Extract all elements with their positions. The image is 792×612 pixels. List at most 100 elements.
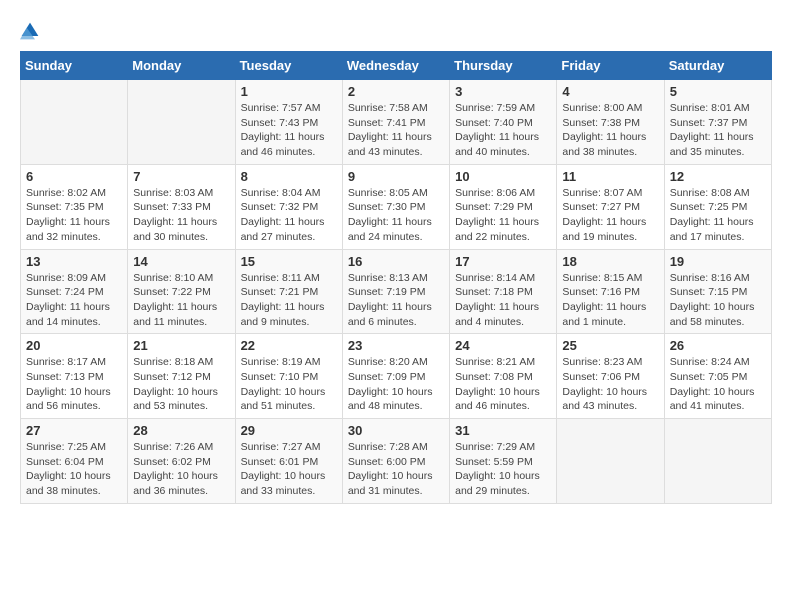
calendar-cell: 9 Sunrise: 8:05 AM Sunset: 7:30 PM Daylig… (342, 164, 449, 249)
day-info: Sunrise: 7:25 AM Sunset: 6:04 PM Dayligh… (26, 440, 122, 499)
day-info: Sunrise: 8:23 AM Sunset: 7:06 PM Dayligh… (562, 355, 658, 414)
day-info: Sunrise: 8:05 AM Sunset: 7:30 PM Dayligh… (348, 186, 444, 245)
day-number: 21 (133, 338, 229, 353)
day-info: Sunrise: 8:09 AM Sunset: 7:24 PM Dayligh… (26, 271, 122, 330)
day-info: Sunrise: 8:01 AM Sunset: 7:37 PM Dayligh… (670, 101, 766, 160)
calendar-cell (664, 419, 771, 504)
calendar-cell (557, 419, 664, 504)
day-info: Sunrise: 7:27 AM Sunset: 6:01 PM Dayligh… (241, 440, 337, 499)
day-info: Sunrise: 8:16 AM Sunset: 7:15 PM Dayligh… (670, 271, 766, 330)
day-info: Sunrise: 8:06 AM Sunset: 7:29 PM Dayligh… (455, 186, 551, 245)
calendar-cell: 31 Sunrise: 7:29 AM Sunset: 5:59 PM Dayli… (450, 419, 557, 504)
day-number: 27 (26, 423, 122, 438)
calendar-cell: 22Sunrise: 8:19 AM Sunset: 7:10 PM Dayli… (235, 334, 342, 419)
day-header-monday: Monday (128, 52, 235, 80)
calendar-cell: 25 Sunrise: 8:23 AM Sunset: 7:06 PM Dayli… (557, 334, 664, 419)
calendar-cell: 4Sunrise: 8:00 AM Sunset: 7:38 PM Daylig… (557, 80, 664, 165)
day-number: 15 (241, 254, 337, 269)
calendar-cell: 18Sunrise: 8:15 AM Sunset: 7:16 PM Dayli… (557, 249, 664, 334)
day-number: 18 (562, 254, 658, 269)
day-info: Sunrise: 8:08 AM Sunset: 7:25 PM Dayligh… (670, 186, 766, 245)
day-info: Sunrise: 8:00 AM Sunset: 7:38 PM Dayligh… (562, 101, 658, 160)
day-info: Sunrise: 8:14 AM Sunset: 7:18 PM Dayligh… (455, 271, 551, 330)
day-number: 20 (26, 338, 122, 353)
calendar-cell: 21Sunrise: 8:18 AM Sunset: 7:12 PM Dayli… (128, 334, 235, 419)
calendar-cell: 15 Sunrise: 8:11 AM Sunset: 7:21 PM Dayli… (235, 249, 342, 334)
calendar-week-row: 27 Sunrise: 7:25 AM Sunset: 6:04 PM Dayli… (21, 419, 772, 504)
day-header-saturday: Saturday (664, 52, 771, 80)
calendar-cell: 11Sunrise: 8:07 AM Sunset: 7:27 PM Dayli… (557, 164, 664, 249)
day-header-tuesday: Tuesday (235, 52, 342, 80)
calendar-cell: 26 Sunrise: 8:24 AM Sunset: 7:05 PM Dayli… (664, 334, 771, 419)
calendar-cell: 3 Sunrise: 7:59 AM Sunset: 7:40 PM Daylig… (450, 80, 557, 165)
day-info: Sunrise: 8:10 AM Sunset: 7:22 PM Dayligh… (133, 271, 229, 330)
day-number: 26 (670, 338, 766, 353)
day-number: 25 (562, 338, 658, 353)
calendar-cell: 29 Sunrise: 7:27 AM Sunset: 6:01 PM Dayli… (235, 419, 342, 504)
day-number: 1 (241, 84, 337, 99)
calendar-cell: 12 Sunrise: 8:08 AM Sunset: 7:25 PM Dayli… (664, 164, 771, 249)
calendar-cell: 1 Sunrise: 7:57 AM Sunset: 7:43 PM Daylig… (235, 80, 342, 165)
day-number: 23 (348, 338, 444, 353)
day-number: 8 (241, 169, 337, 184)
calendar-cell: 2Sunrise: 7:58 AM Sunset: 7:41 PM Daylig… (342, 80, 449, 165)
calendar-cell: 17Sunrise: 8:14 AM Sunset: 7:18 PM Dayli… (450, 249, 557, 334)
day-info: Sunrise: 8:20 AM Sunset: 7:09 PM Dayligh… (348, 355, 444, 414)
calendar-week-row: 1 Sunrise: 7:57 AM Sunset: 7:43 PM Daylig… (21, 80, 772, 165)
calendar-cell: 24 Sunrise: 8:21 AM Sunset: 7:08 PM Dayli… (450, 334, 557, 419)
day-info: Sunrise: 8:17 AM Sunset: 7:13 PM Dayligh… (26, 355, 122, 414)
day-info: Sunrise: 8:07 AM Sunset: 7:27 PM Dayligh… (562, 186, 658, 245)
day-number: 3 (455, 84, 551, 99)
calendar-week-row: 6 Sunrise: 8:02 AM Sunset: 7:35 PM Daylig… (21, 164, 772, 249)
calendar-cell: 8 Sunrise: 8:04 AM Sunset: 7:32 PM Daylig… (235, 164, 342, 249)
day-header-friday: Friday (557, 52, 664, 80)
logo (20, 20, 44, 41)
calendar-cell: 10 Sunrise: 8:06 AM Sunset: 7:29 PM Dayli… (450, 164, 557, 249)
logo-icon (20, 21, 40, 41)
day-info: Sunrise: 7:26 AM Sunset: 6:02 PM Dayligh… (133, 440, 229, 499)
day-info: Sunrise: 7:28 AM Sunset: 6:00 PM Dayligh… (348, 440, 444, 499)
calendar-cell (21, 80, 128, 165)
day-info: Sunrise: 7:59 AM Sunset: 7:40 PM Dayligh… (455, 101, 551, 160)
day-number: 13 (26, 254, 122, 269)
day-header-thursday: Thursday (450, 52, 557, 80)
day-header-wednesday: Wednesday (342, 52, 449, 80)
calendar-cell: 23 Sunrise: 8:20 AM Sunset: 7:09 PM Dayli… (342, 334, 449, 419)
calendar-cell: 30 Sunrise: 7:28 AM Sunset: 6:00 PM Dayli… (342, 419, 449, 504)
day-header-sunday: Sunday (21, 52, 128, 80)
day-info: Sunrise: 8:13 AM Sunset: 7:19 PM Dayligh… (348, 271, 444, 330)
day-info: Sunrise: 8:21 AM Sunset: 7:08 PM Dayligh… (455, 355, 551, 414)
calendar-cell: 7Sunrise: 8:03 AM Sunset: 7:33 PM Daylig… (128, 164, 235, 249)
day-info: Sunrise: 8:03 AM Sunset: 7:33 PM Dayligh… (133, 186, 229, 245)
day-number: 6 (26, 169, 122, 184)
day-number: 29 (241, 423, 337, 438)
calendar-table: SundayMondayTuesdayWednesdayThursdayFrid… (20, 51, 772, 504)
calendar-cell: 16 Sunrise: 8:13 AM Sunset: 7:19 PM Dayli… (342, 249, 449, 334)
day-number: 12 (670, 169, 766, 184)
calendar-cell: 20 Sunrise: 8:17 AM Sunset: 7:13 PM Dayli… (21, 334, 128, 419)
calendar-week-row: 13 Sunrise: 8:09 AM Sunset: 7:24 PM Dayli… (21, 249, 772, 334)
calendar-cell (128, 80, 235, 165)
day-number: 10 (455, 169, 551, 184)
day-number: 5 (670, 84, 766, 99)
day-info: Sunrise: 7:58 AM Sunset: 7:41 PM Dayligh… (348, 101, 444, 160)
day-number: 9 (348, 169, 444, 184)
day-number: 14 (133, 254, 229, 269)
calendar-cell: 28Sunrise: 7:26 AM Sunset: 6:02 PM Dayli… (128, 419, 235, 504)
day-info: Sunrise: 8:11 AM Sunset: 7:21 PM Dayligh… (241, 271, 337, 330)
day-number: 16 (348, 254, 444, 269)
day-number: 31 (455, 423, 551, 438)
day-number: 30 (348, 423, 444, 438)
day-number: 19 (670, 254, 766, 269)
day-info: Sunrise: 8:24 AM Sunset: 7:05 PM Dayligh… (670, 355, 766, 414)
calendar-cell: 5 Sunrise: 8:01 AM Sunset: 7:37 PM Daylig… (664, 80, 771, 165)
calendar-header-row: SundayMondayTuesdayWednesdayThursdayFrid… (21, 52, 772, 80)
day-number: 22 (241, 338, 337, 353)
day-info: Sunrise: 7:57 AM Sunset: 7:43 PM Dayligh… (241, 101, 337, 160)
calendar-cell: 6 Sunrise: 8:02 AM Sunset: 7:35 PM Daylig… (21, 164, 128, 249)
day-number: 24 (455, 338, 551, 353)
day-info: Sunrise: 7:29 AM Sunset: 5:59 PM Dayligh… (455, 440, 551, 499)
day-info: Sunrise: 8:04 AM Sunset: 7:32 PM Dayligh… (241, 186, 337, 245)
calendar-cell: 14 Sunrise: 8:10 AM Sunset: 7:22 PM Dayli… (128, 249, 235, 334)
day-info: Sunrise: 8:02 AM Sunset: 7:35 PM Dayligh… (26, 186, 122, 245)
